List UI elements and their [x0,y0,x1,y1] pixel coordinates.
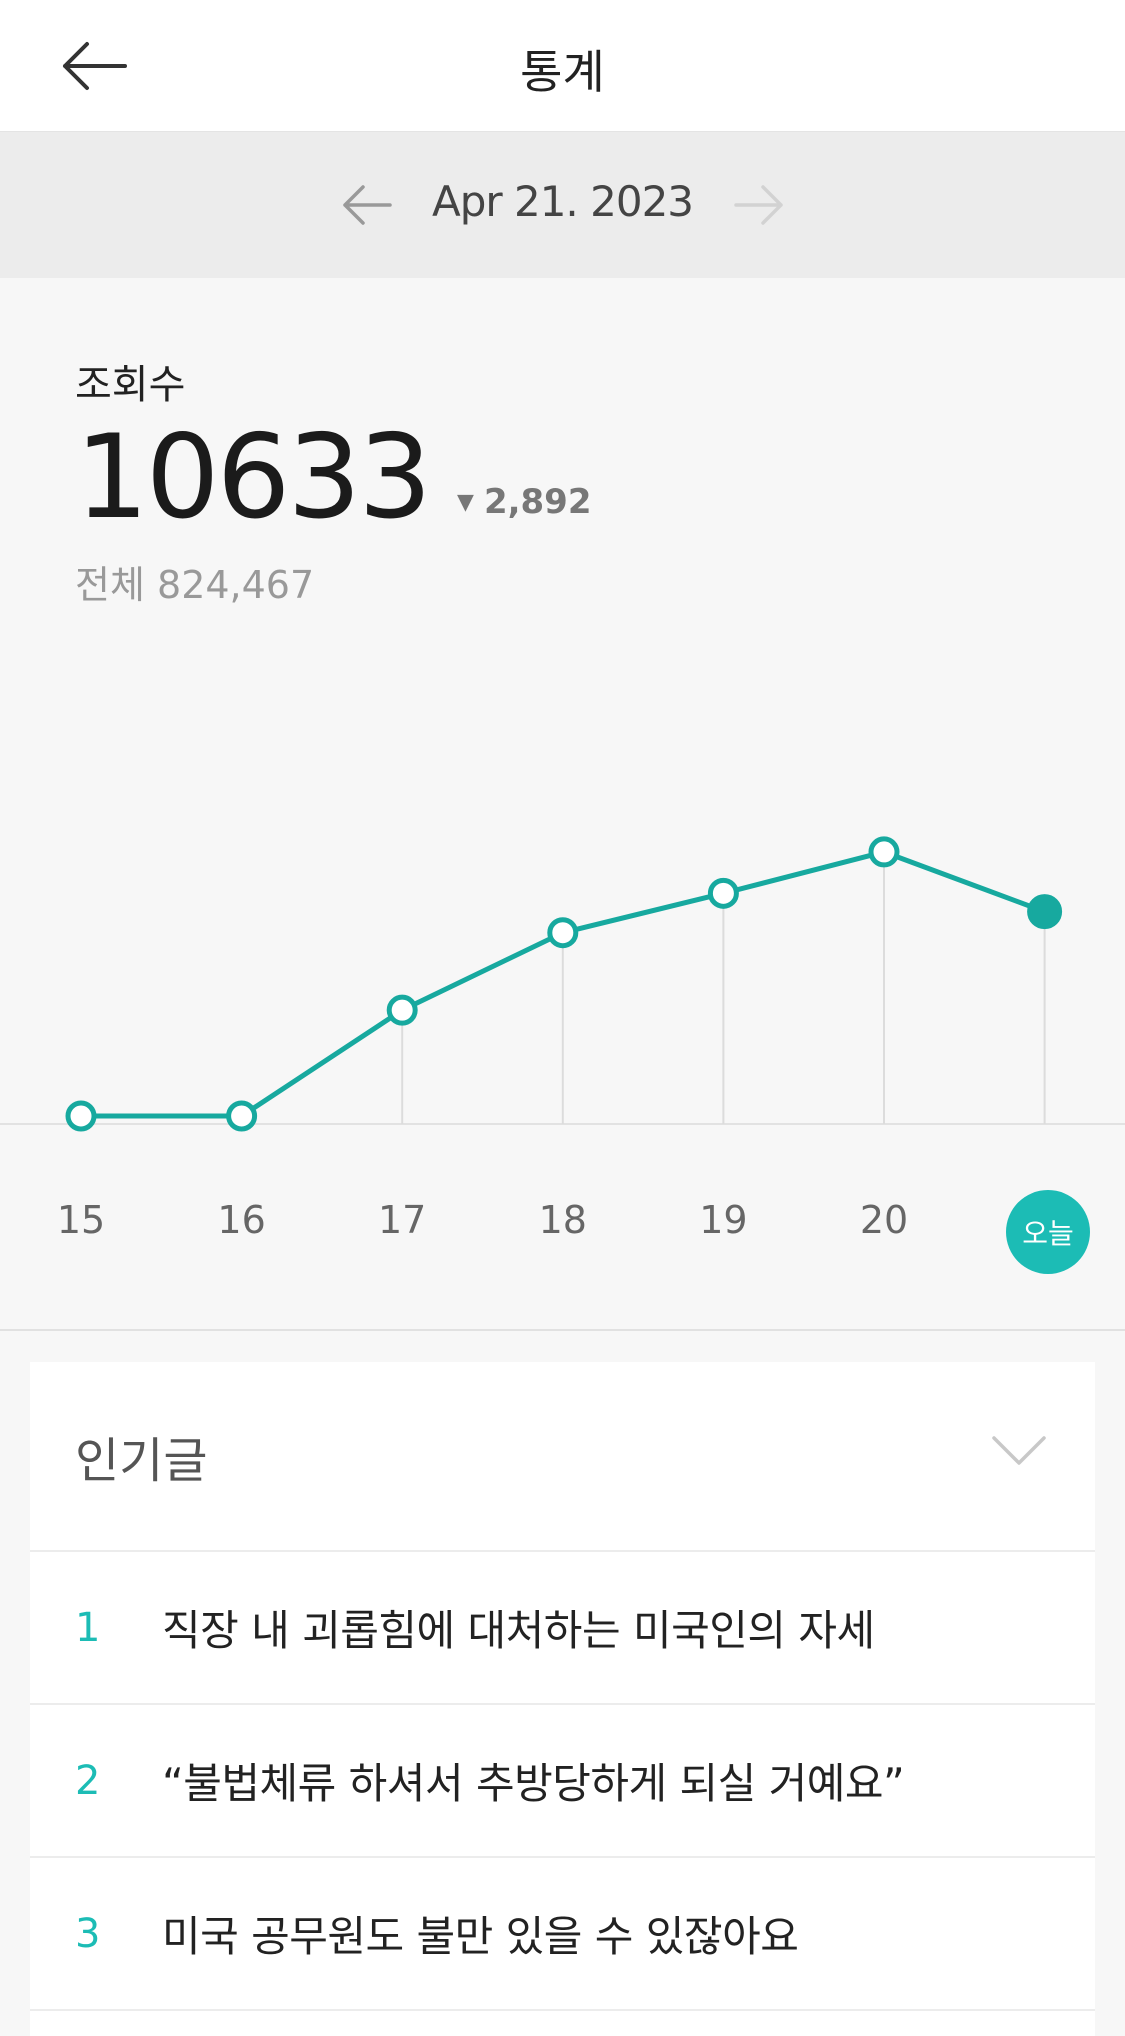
popular-post-item[interactable]: 1 직장 내 괴롭힘에 대처하는 미국인의 자세 [30,1552,1095,1705]
chart-point [547,917,579,949]
popular-posts-title: 인기글 [75,1433,208,1489]
chart-x-tick-label: 18 [538,1198,587,1242]
post-title: 직장 내 괴롭힘에 대처하는 미국인의 자세 [162,1606,875,1655]
chevron-down-icon[interactable] [991,1434,1047,1468]
chart-point-today [1027,894,1063,930]
current-date: Apr 21. 2023 [431,177,694,226]
next-date-button [726,172,792,238]
section-divider [0,1329,1125,1331]
total-views-label: 전체 [75,563,145,607]
views-summary: 조회수 10633 ▼ 2,892 전체 824,467 [75,352,975,609]
popular-post-item[interactable]: 3 미국 공무원도 불만 있을 수 있잖아요 [30,1858,1095,2011]
chart-x-tick-label: 20 [859,1198,909,1242]
triangle-down-icon: ▼ [457,489,474,515]
chart-point [868,836,900,868]
post-rank: 2 [75,1757,101,1804]
chart-point [65,1100,97,1132]
chart-x-tick-label: 17 [378,1198,427,1242]
popular-posts-card: 인기글 1 직장 내 괴롭힘에 대처하는 미국인의 자세 2 “불법체류 하셔서… [30,1362,1095,2036]
views-count: 10633 [75,410,432,545]
popular-posts-header[interactable]: 인기글 [30,1362,1095,1552]
post-title: “불법체류 하셔서 추방당하게 되실 거예요” [162,1759,905,1808]
views-delta-value: 2,892 [483,482,592,522]
arrow-right-icon [734,185,783,225]
chart-point [226,1100,258,1132]
app-header: 통계 [0,0,1125,132]
views-delta: ▼ 2,892 [457,482,591,522]
total-views-value: 824,467 [157,563,315,607]
chart-x-tick-label: 15 [56,1198,106,1242]
today-badge: 오늘 [1006,1190,1090,1274]
post-title: 미국 공무원도 불만 있을 수 있잖아요 [162,1912,799,1961]
date-navigator: Apr 21. 2023 [0,132,1125,278]
chart-x-tick-label: 19 [699,1198,748,1242]
total-views: 전체 824,467 [75,554,975,609]
popular-post-item[interactable]: 2 “불법체류 하셔서 추방당하게 되실 거예요” [30,1705,1095,1858]
post-rank: 3 [75,1910,101,1957]
chart-point [707,877,739,909]
views-label: 조회수 [75,362,186,408]
chart-point [386,994,418,1026]
chart-x-tick-label: 16 [217,1198,266,1242]
post-rank: 1 [75,1604,101,1651]
page-title: 통계 [520,45,605,99]
